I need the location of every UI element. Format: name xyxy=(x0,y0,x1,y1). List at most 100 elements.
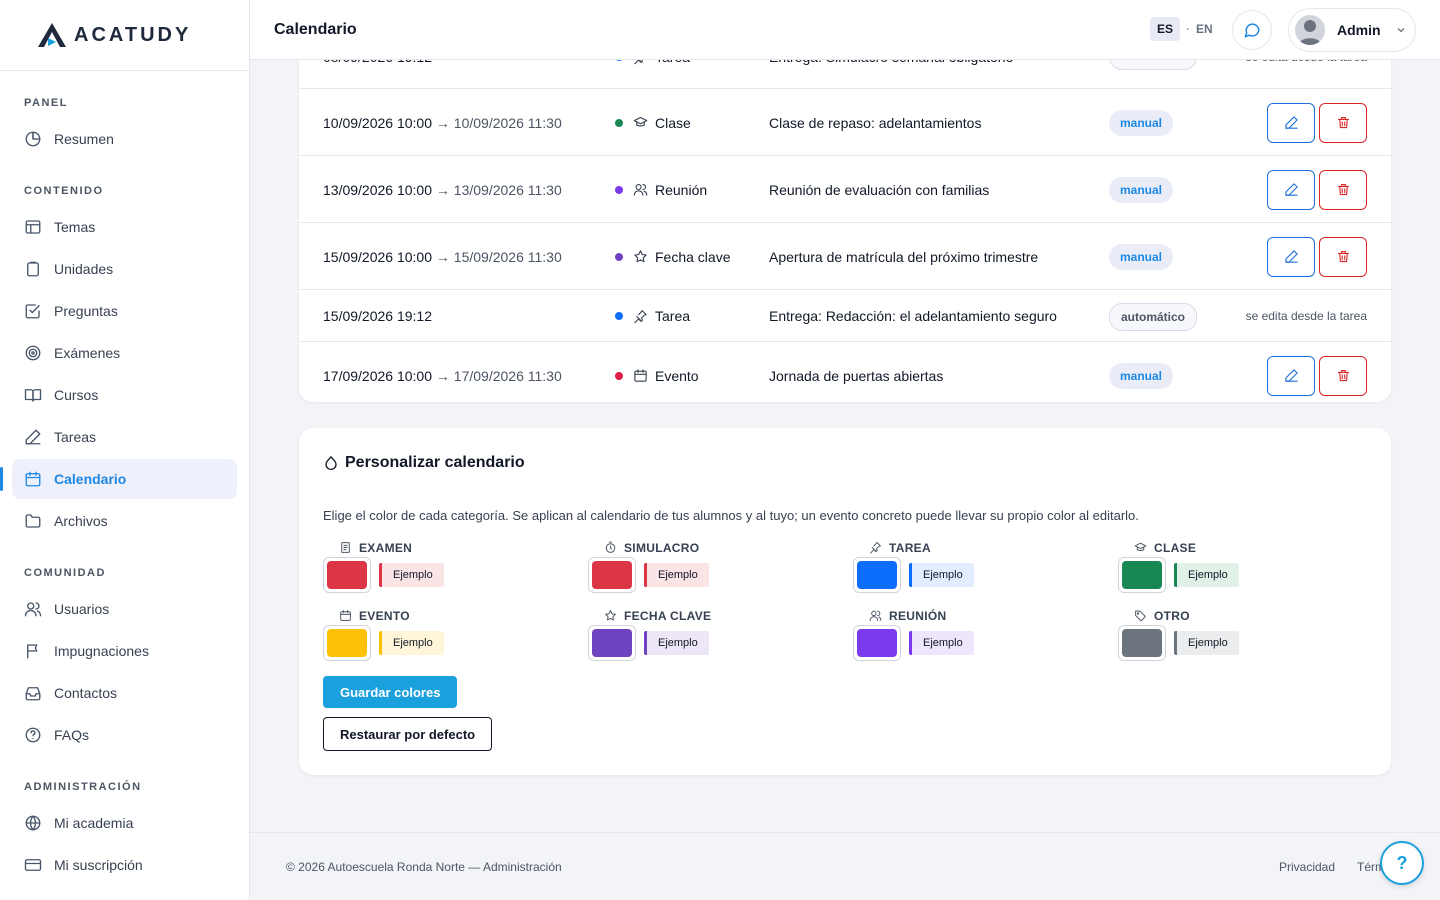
category-label: TAREA xyxy=(869,541,931,555)
event-date: 10/09/2026 10:00 → 10/09/2026 11:30 xyxy=(323,115,562,131)
event-start-date: 15/09/2026 19:12 xyxy=(323,308,432,324)
category-label-text: EXAMEN xyxy=(359,541,413,555)
color-picker[interactable] xyxy=(588,625,636,661)
edit-hint: se edita desde la tarea xyxy=(1245,309,1367,323)
sidebar-item-examenes[interactable]: Exámenes xyxy=(12,333,237,373)
event-date: 15/09/2026 10:00 → 15/09/2026 11:30 xyxy=(323,249,562,265)
clipboard-icon xyxy=(24,260,42,278)
event-type: Reunión xyxy=(615,182,707,198)
event-start-date: 15/09/2026 10:00 xyxy=(323,248,432,265)
sidebar-item-preguntas[interactable]: Preguntas xyxy=(12,291,237,331)
table-row: 15/09/2026 19:12 Tarea Entrega: Redacción:… xyxy=(299,290,1391,342)
event-title: Clase de repaso: adelantamientos xyxy=(769,114,982,131)
sidebar-nav: PANEL Resumen CONTENIDO Temas Unidades Pregun… xyxy=(0,97,249,885)
color-picker[interactable] xyxy=(1118,625,1166,661)
sidebar-item-temas[interactable]: Temas xyxy=(12,207,237,247)
category-color-dot xyxy=(615,312,623,320)
credit-card-icon xyxy=(24,856,42,874)
category-label-text: OTRO xyxy=(1154,609,1190,623)
color-picker[interactable] xyxy=(853,557,901,593)
sidebar-item-label: FAQs xyxy=(54,727,90,743)
inbox-icon xyxy=(24,684,42,702)
sidebar-item-cursos[interactable]: Cursos xyxy=(12,375,237,415)
footer-privacy-link[interactable]: Privacidad xyxy=(1279,860,1335,874)
category-label-text: EVENTO xyxy=(359,609,410,623)
sidebar-item-label: Contactos xyxy=(54,685,118,701)
sidebar-item-calendario[interactable]: Calendario xyxy=(0,459,237,499)
sidebar-item-label: Temas xyxy=(54,219,96,235)
category-label-text: SIMULACRO xyxy=(624,541,700,555)
delete-event-button[interactable] xyxy=(1319,355,1367,396)
sidebar-item-contactos[interactable]: Contactos xyxy=(12,673,237,713)
date-arrow: → xyxy=(435,367,450,384)
user-menu-button[interactable]: Admin xyxy=(1288,8,1416,52)
sidebar-item-label: Cursos xyxy=(54,387,99,403)
sidebar-item-usuarios[interactable]: Usuarios xyxy=(12,589,237,629)
sidebar-item-mi-academia[interactable]: Mi academia xyxy=(12,803,237,843)
event-type-label: Reunión xyxy=(655,181,708,198)
category-label: CLASE xyxy=(1134,541,1196,555)
user-avatar-icon xyxy=(1299,20,1321,45)
color-picker[interactable] xyxy=(323,557,371,593)
event-date: 13/09/2026 10:00 → 13/09/2026 11:30 xyxy=(323,182,562,198)
category-label-text: TAREA xyxy=(889,541,931,555)
pencil-icon xyxy=(1284,182,1299,197)
delete-event-button[interactable] xyxy=(1319,169,1367,210)
sidebar-item-mi-suscripcion[interactable]: Mi suscripción xyxy=(12,845,237,885)
event-title: Reunión de evaluación con familias xyxy=(769,181,990,198)
color-sample-preview: Ejemplo xyxy=(644,563,709,587)
edit-event-button[interactable] xyxy=(1267,102,1315,143)
sidebar-item-faqs[interactable]: FAQs xyxy=(12,715,237,755)
sidebar-item-label: Usuarios xyxy=(54,601,110,617)
color-swatch xyxy=(857,561,897,589)
color-sample-preview: Ejemplo xyxy=(909,563,974,587)
category-label: SIMULACRO xyxy=(604,541,699,555)
color-picker[interactable] xyxy=(588,557,636,593)
color-picker[interactable] xyxy=(1118,557,1166,593)
color-picker[interactable] xyxy=(853,625,901,661)
chat-button[interactable] xyxy=(1232,10,1272,50)
trash-icon xyxy=(1336,182,1351,197)
graduation-cap-icon xyxy=(632,115,648,131)
sidebar-item-tareas[interactable]: Tareas xyxy=(12,417,237,457)
event-title: Entrega: Redacción: el adelantamiento se… xyxy=(769,308,1057,324)
sidebar-item-resumen[interactable]: Resumen xyxy=(12,119,237,159)
table-row: 15/09/2026 10:00 → 15/09/2026 11:30 Fecha… xyxy=(299,223,1391,290)
table-row: 10/09/2026 10:00 → 10/09/2026 11:30 Clase… xyxy=(299,89,1391,156)
color-swatch xyxy=(592,561,632,589)
color-swatch xyxy=(592,629,632,657)
sidebar-item-impugnaciones[interactable]: Impugnaciones xyxy=(12,631,237,671)
edit-event-button[interactable] xyxy=(1267,236,1315,277)
brand-logo[interactable]: ACATUDY xyxy=(0,0,249,71)
edit-event-button[interactable] xyxy=(1267,355,1315,396)
lang-es-option[interactable]: ES xyxy=(1150,17,1181,41)
sidebar-item-label: Mi academia xyxy=(54,815,134,831)
edit-event-button[interactable] xyxy=(1267,169,1315,210)
layout-icon xyxy=(24,218,42,236)
event-title: Apertura de matrícula del próximo trimes… xyxy=(769,248,1039,265)
pencil-icon xyxy=(1284,368,1299,383)
sidebar-item-label: Calendario xyxy=(54,471,127,487)
target-icon xyxy=(24,344,42,362)
category-color-dot xyxy=(615,185,623,194)
help-button[interactable]: ? xyxy=(1380,841,1424,885)
table-row: 13/09/2026 10:00 → 13/09/2026 11:30 Reuni… xyxy=(299,156,1391,223)
lang-separator: · xyxy=(1186,22,1191,36)
save-colors-button[interactable]: Guardar colores xyxy=(323,676,458,708)
reset-defaults-button[interactable]: Restaurar por defecto xyxy=(323,717,493,751)
sidebar: ACATUDY PANEL Resumen CONTENIDO Temas Unidad… xyxy=(0,0,250,900)
category-color-item: FECHA CLAVE Ejemplo xyxy=(588,609,828,669)
color-picker[interactable] xyxy=(323,625,371,661)
sidebar-section-title: COMUNIDAD xyxy=(24,567,106,579)
language-switcher: ES · EN xyxy=(1150,17,1213,41)
users-icon xyxy=(632,182,648,198)
sidebar-item-unidades[interactable]: Unidades xyxy=(12,249,237,289)
color-swatch xyxy=(1122,629,1162,657)
delete-event-button[interactable] xyxy=(1319,236,1367,277)
color-sample-preview: Ejemplo xyxy=(1174,563,1239,587)
delete-event-button[interactable] xyxy=(1319,102,1367,143)
sidebar-item-archivos[interactable]: Archivos xyxy=(12,501,237,541)
category-label: EVENTO xyxy=(339,609,410,623)
lang-en-option[interactable]: EN xyxy=(1196,22,1213,36)
event-start-date: 10/09/2026 10:00 xyxy=(323,114,432,131)
